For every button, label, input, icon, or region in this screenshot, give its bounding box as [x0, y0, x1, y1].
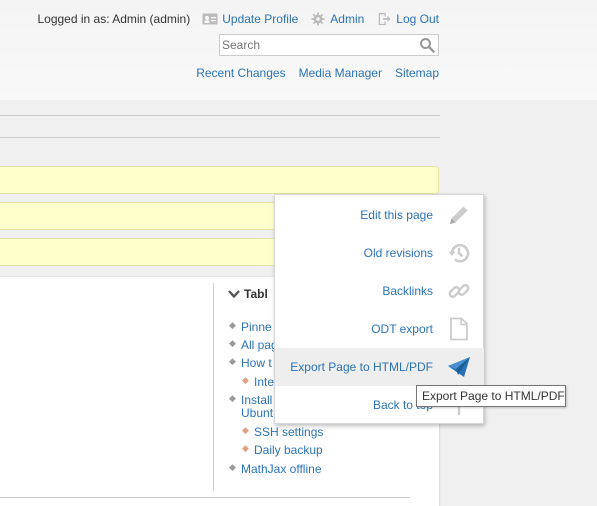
bullet-icon: ◆ — [229, 338, 236, 348]
bullet-icon: ◆ — [229, 320, 236, 330]
update-profile-label: Update Profile — [222, 12, 299, 26]
old-revisions-label: Old revisions — [363, 246, 433, 260]
admin-link[interactable]: Admin — [310, 12, 364, 26]
export-html-pdf-item[interactable]: Export Page to HTML/PDF — [275, 348, 484, 386]
logout-label: Log Out — [396, 12, 439, 26]
toc-item-continuation[interactable]: Ubunt — [241, 406, 273, 420]
toc-item[interactable]: ◆ Install — [229, 393, 272, 407]
toc-link[interactable]: How t — [241, 356, 272, 370]
backlinks-item[interactable]: Backlinks — [275, 272, 484, 310]
logout-icon — [379, 12, 391, 26]
odt-export-label: ODT export — [371, 322, 433, 336]
update-profile-link[interactable]: Update Profile — [202, 12, 298, 26]
toc-item[interactable]: ◆ Daily backup — [242, 443, 323, 457]
tooltip: Export Page to HTML/PDF — [416, 385, 566, 407]
profile-card-icon — [202, 13, 218, 25]
bullet-icon: ◆ — [229, 462, 236, 472]
bullet-icon: ◆ — [229, 356, 236, 366]
paper-plane-icon — [448, 357, 470, 377]
edit-page-label: Edit this page — [360, 208, 433, 222]
bullet-icon: ◆ — [242, 375, 249, 385]
chevron-down-icon — [228, 290, 240, 299]
search-icon[interactable] — [419, 37, 435, 53]
logout-link[interactable]: Log Out — [376, 12, 439, 26]
site-tools: Recent Changes Media Manager Sitemap — [196, 66, 439, 80]
toc-link[interactable]: Daily backup — [254, 443, 323, 457]
toc-item[interactable]: ◆ MathJax offline — [229, 462, 322, 476]
divider — [0, 137, 440, 138]
gear-icon — [311, 12, 325, 26]
toc-link[interactable]: Ubunt — [241, 406, 273, 420]
toc-item[interactable]: ◆ SSH settings — [242, 425, 323, 439]
toc-header[interactable]: Tabl — [227, 287, 268, 301]
toc-item[interactable]: ◆ Pinne — [229, 320, 272, 334]
toc-item[interactable]: ◆ All pag — [229, 338, 278, 352]
pencil-icon — [450, 206, 468, 224]
media-manager-link[interactable]: Media Manager — [299, 66, 382, 80]
toc-title: Tabl — [244, 287, 268, 301]
search-input[interactable] — [220, 35, 415, 55]
toc-link[interactable]: Inte — [254, 375, 274, 389]
bullet-icon: ◆ — [242, 425, 249, 435]
document-icon — [450, 317, 468, 341]
toc-link[interactable]: SSH settings — [254, 425, 323, 439]
history-icon — [448, 244, 470, 263]
old-revisions-item[interactable]: Old revisions — [275, 234, 484, 272]
toc-link[interactable]: All pag — [241, 338, 278, 352]
notice-bar — [0, 166, 439, 194]
export-html-pdf-label: Export Page to HTML/PDF — [290, 360, 433, 374]
toc-item[interactable]: ◆ How t — [229, 356, 272, 370]
edit-page-item[interactable]: Edit this page — [275, 196, 484, 234]
toc-link[interactable]: Install — [241, 393, 272, 407]
recent-changes-link[interactable]: Recent Changes — [196, 66, 285, 80]
divider — [0, 115, 440, 116]
backlinks-label: Backlinks — [382, 284, 433, 298]
odt-export-item[interactable]: ODT export — [275, 310, 484, 348]
toc-item[interactable]: ◆ Inte — [242, 375, 274, 389]
bullet-icon: ◆ — [229, 393, 236, 403]
sitemap-link[interactable]: Sitemap — [395, 66, 439, 80]
toc-link[interactable]: Pinne — [241, 320, 272, 334]
bullet-icon: ◆ — [242, 443, 249, 453]
divider — [0, 497, 410, 498]
admin-label: Admin — [330, 12, 365, 26]
link-icon — [448, 284, 470, 298]
logged-in-text: Logged in as: Admin (admin) — [37, 12, 191, 26]
user-tools: Logged in as: Admin (admin) Update Profi… — [37, 11, 439, 27]
toc-link[interactable]: MathJax offline — [241, 462, 322, 476]
search-box — [219, 34, 439, 56]
